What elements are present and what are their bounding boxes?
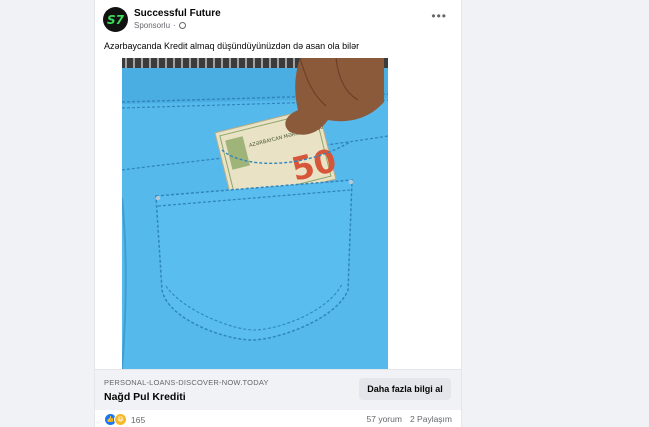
avatar[interactable]: S7: [103, 7, 128, 32]
comments-count[interactable]: 57 yorum: [367, 414, 402, 424]
post-header: S7 Successful Future Sponsorlu · •••: [95, 0, 461, 36]
globe-icon: [178, 22, 186, 29]
post-caption: Azərbaycanda Kredit almaq düşündüyünüzdə…: [104, 41, 360, 51]
sponsored-row: Sponsorlu ·: [134, 21, 186, 30]
reactions-summary[interactable]: 👍 😆 165: [104, 413, 145, 426]
post-stats: 57 yorum 2 Paylaşım: [367, 414, 452, 424]
haha-icon: 😆: [114, 413, 127, 426]
reaction-count: 165: [131, 414, 146, 425]
shares-count[interactable]: 2 Paylaşım: [410, 414, 452, 424]
sponsored-post: S7 Successful Future Sponsorlu · ••• Azə…: [94, 0, 462, 427]
link-domain: PERSONAL-LOANS-DISCOVER-NOW.TODAY: [104, 378, 269, 387]
separator: ·: [173, 21, 176, 30]
learn-more-button[interactable]: Daha fazla bilgi al: [359, 378, 451, 400]
sponsored-label[interactable]: Sponsorlu: [134, 21, 170, 30]
ad-image[interactable]: AZƏRBAYCAN MƏRKƏZİ BANKI 50: [122, 58, 388, 369]
jeans-pocket-illustration: AZƏRBAYCAN MƏRKƏZİ BANKI 50: [122, 58, 388, 369]
post-footer: 👍 😆 165 57 yorum 2 Paylaşım: [95, 409, 461, 427]
page-name[interactable]: Successful Future: [134, 8, 221, 19]
link-preview-bar[interactable]: PERSONAL-LOANS-DISCOVER-NOW.TODAY Nağd P…: [95, 369, 461, 410]
more-options-button[interactable]: •••: [431, 9, 447, 23]
link-title[interactable]: Nağd Pul Krediti: [104, 391, 186, 403]
